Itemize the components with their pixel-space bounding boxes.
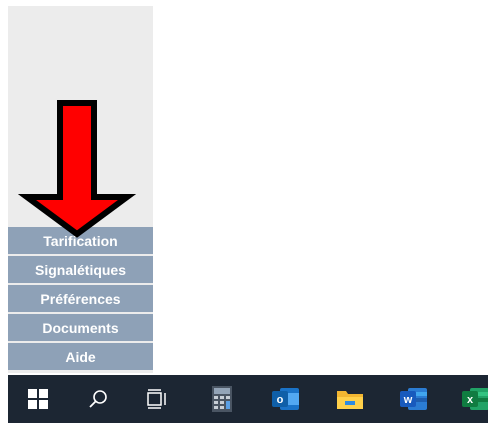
menu-item-documents[interactable]: Documents xyxy=(8,314,153,341)
windows-start-icon[interactable] xyxy=(14,375,62,423)
task-view-icon[interactable] xyxy=(134,375,182,423)
red-arrow-annotation xyxy=(18,100,136,238)
svg-text:w: w xyxy=(403,394,413,406)
sidebar-menu: Tarification Signalétiques Préférences D… xyxy=(8,227,153,372)
calculator-icon[interactable] xyxy=(198,375,246,423)
file-explorer-icon[interactable] xyxy=(326,375,374,423)
taskbar: o w x xyxy=(8,375,488,423)
excel-icon[interactable]: x xyxy=(452,375,488,423)
word-icon[interactable]: w xyxy=(390,375,438,423)
menu-item-aide[interactable]: Aide xyxy=(8,343,153,370)
menu-item-preferences[interactable]: Préférences xyxy=(8,285,153,312)
menu-item-signaletiques[interactable]: Signalétiques xyxy=(8,256,153,283)
search-icon[interactable] xyxy=(74,375,122,423)
svg-text:x: x xyxy=(467,394,474,406)
svg-text:o: o xyxy=(277,394,284,406)
outlook-icon[interactable]: o xyxy=(262,375,310,423)
